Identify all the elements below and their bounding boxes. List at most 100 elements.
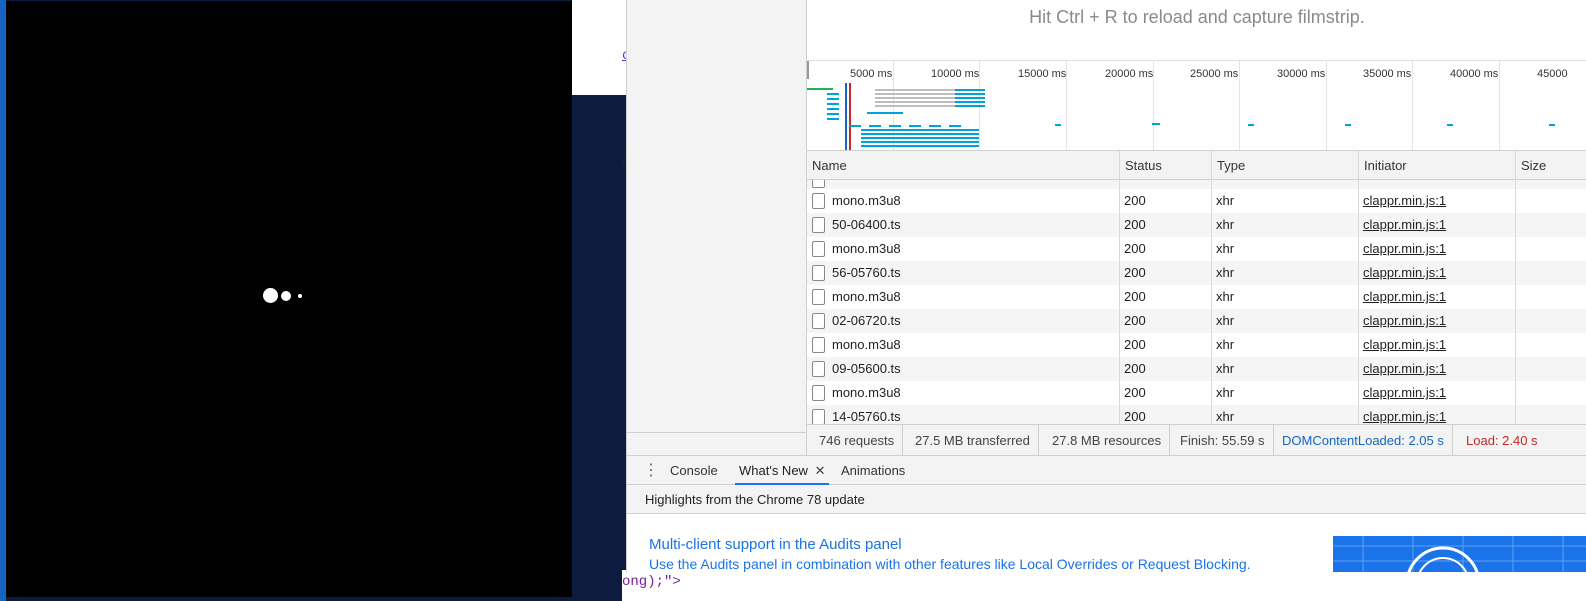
request-name: mono.m3u8 — [832, 385, 901, 400]
tab-animations[interactable]: Animations — [837, 456, 909, 485]
request-name: 56-05760.ts — [832, 265, 901, 280]
request-name: mono.m3u8 — [832, 193, 901, 208]
table-row[interactable]: mono.m3u8 200 xhr clappr.min.js:1 — [807, 381, 1586, 405]
tick-label: 5000 ms — [850, 68, 893, 80]
summary-load: Load: 2.40 s — [1466, 433, 1538, 448]
loading-dot-small — [298, 294, 302, 298]
network-overview[interactable]: 5000 ms 10000 ms 15000 ms 20000 ms 25000… — [807, 61, 1586, 151]
initiator-link[interactable]: clappr.min.js:1 — [1363, 193, 1446, 208]
initiator-link[interactable]: clappr.min.js:1 — [1363, 241, 1446, 256]
file-icon — [812, 241, 825, 257]
overview-bar — [1152, 123, 1160, 125]
request-size — [1515, 309, 1586, 333]
tab-whats-new-label: What's New — [739, 463, 808, 478]
column-initiator[interactable]: Initiator — [1358, 151, 1515, 180]
close-icon[interactable]: ✕ — [815, 463, 826, 478]
request-status: 200 — [1124, 193, 1146, 208]
overview-bar — [1248, 124, 1254, 126]
tick-label: 30000 ms — [1277, 68, 1326, 80]
summary-resources: 27.8 MB resources — [1044, 425, 1171, 456]
feature-illustration[interactable] — [1333, 536, 1586, 572]
request-size — [1515, 189, 1586, 213]
request-status: 200 — [1124, 217, 1146, 232]
initiator-link[interactable]: clappr.min.js:1 — [1363, 409, 1446, 424]
request-type: xhr — [1216, 361, 1235, 376]
table-row[interactable]: 56-05760.ts 200 xhr clappr.min.js:1 — [807, 261, 1586, 285]
overview-bar — [827, 93, 839, 123]
tab-console[interactable]: Console — [666, 456, 722, 485]
request-status: 200 — [1124, 409, 1146, 424]
loading-dot-medium — [281, 291, 291, 301]
video-player-area — [0, 0, 626, 601]
request-size — [1515, 237, 1586, 261]
initiator-link[interactable]: clappr.min.js:1 — [1363, 265, 1446, 280]
overview-bar — [849, 125, 967, 127]
initiator-link[interactable]: clappr.min.js:1 — [1363, 313, 1446, 328]
table-row[interactable]: mono.m3u8 200 xhr clappr.min.js:1 — [807, 189, 1586, 213]
request-status: 200 — [1124, 337, 1146, 352]
overview-bar — [955, 89, 985, 107]
column-status[interactable]: Status — [1119, 151, 1211, 180]
file-icon — [812, 337, 825, 353]
request-name: 14-05760.ts — [832, 409, 901, 424]
initiator-link[interactable]: clappr.min.js:1 — [1363, 289, 1446, 304]
request-status: 200 — [1124, 313, 1146, 328]
column-name[interactable]: Name — [807, 151, 1119, 180]
request-type: xhr — [1216, 193, 1235, 208]
request-name-cell: 50-06400.ts — [807, 213, 1119, 237]
request-initiator-cell: clappr.min.js:1 — [1358, 357, 1515, 381]
summary-transferred: 27.5 MB transferred — [907, 425, 1039, 456]
request-name-cell: 14-05760.ts — [807, 405, 1119, 424]
request-name: mono.m3u8 — [832, 241, 901, 256]
overview-bar — [807, 88, 833, 90]
table-row[interactable]: mono.m3u8 200 xhr clappr.min.js:1 — [807, 237, 1586, 261]
file-icon — [812, 409, 825, 424]
whats-new-content: Multi-client support in the Audits panel… — [627, 514, 1586, 572]
initiator-link[interactable]: clappr.min.js:1 — [1363, 217, 1446, 232]
sidebar-divider — [627, 432, 807, 433]
request-size — [1515, 333, 1586, 357]
code-fragment: ong);"> — [622, 574, 681, 590]
tick-label: 25000 ms — [1190, 68, 1239, 80]
table-row[interactable]: mono.m3u8 200 xhr clappr.min.js:1 — [807, 333, 1586, 357]
drawer-menu-button[interactable]: ⋮ — [639, 456, 659, 485]
whats-new-heading: Highlights from the Chrome 78 update — [627, 485, 1586, 514]
overview-bar — [861, 129, 979, 147]
request-name-cell: mono.m3u8 — [807, 189, 1119, 213]
request-name-cell: mono.m3u8 — [807, 285, 1119, 309]
loading-dots-icon — [263, 288, 278, 303]
column-size[interactable]: Size — [1515, 151, 1586, 180]
initiator-link[interactable]: clappr.min.js:1 — [1363, 385, 1446, 400]
table-row[interactable]: 50-06400.ts 200 xhr clappr.min.js:1 — [807, 213, 1586, 237]
tick-label: 45000 — [1537, 68, 1568, 80]
tab-whats-new[interactable]: What's New ✕ — [735, 456, 830, 485]
request-name-cell: 02-06720.ts — [807, 309, 1119, 333]
initiator-link[interactable]: clappr.min.js:1 — [1363, 337, 1446, 352]
overview-bar — [1549, 124, 1555, 126]
request-initiator-cell: clappr.min.js:1 — [1358, 381, 1515, 405]
summary-requests: 746 requests — [811, 425, 904, 456]
feature-title-link[interactable]: Multi-client support in the Audits panel — [649, 536, 902, 553]
summary-domcontentloaded: DOMContentLoaded: 2.05 s — [1274, 425, 1453, 456]
request-type: xhr — [1216, 241, 1235, 256]
tick-label: 35000 ms — [1363, 68, 1412, 80]
column-type[interactable]: Type — [1211, 151, 1358, 180]
table-row[interactable]: 09-05600.ts 200 xhr clappr.min.js:1 — [807, 357, 1586, 381]
request-name-cell: mono.m3u8 — [807, 333, 1119, 357]
request-size — [1515, 381, 1586, 405]
table-row[interactable]: mono.m3u8 200 xhr clappr.min.js:1 — [807, 285, 1586, 309]
file-icon — [812, 265, 825, 281]
request-type: xhr — [1216, 265, 1235, 280]
initiator-link[interactable]: clappr.min.js:1 — [1363, 361, 1446, 376]
overview-bar — [845, 83, 847, 150]
request-type: xhr — [1216, 409, 1235, 424]
request-size — [1515, 285, 1586, 309]
video-player[interactable] — [6, 1, 572, 597]
request-initiator-cell: clappr.min.js:1 — [1358, 189, 1515, 213]
table-row[interactable]: 14-05760.ts 200 xhr clappr.min.js:1 — [807, 405, 1586, 424]
request-name-cell: mono.m3u8 — [807, 381, 1119, 405]
file-icon — [812, 217, 825, 233]
file-icon — [812, 193, 825, 209]
table-row[interactable]: 02-06720.ts 200 xhr clappr.min.js:1 — [807, 309, 1586, 333]
file-icon — [812, 385, 825, 401]
